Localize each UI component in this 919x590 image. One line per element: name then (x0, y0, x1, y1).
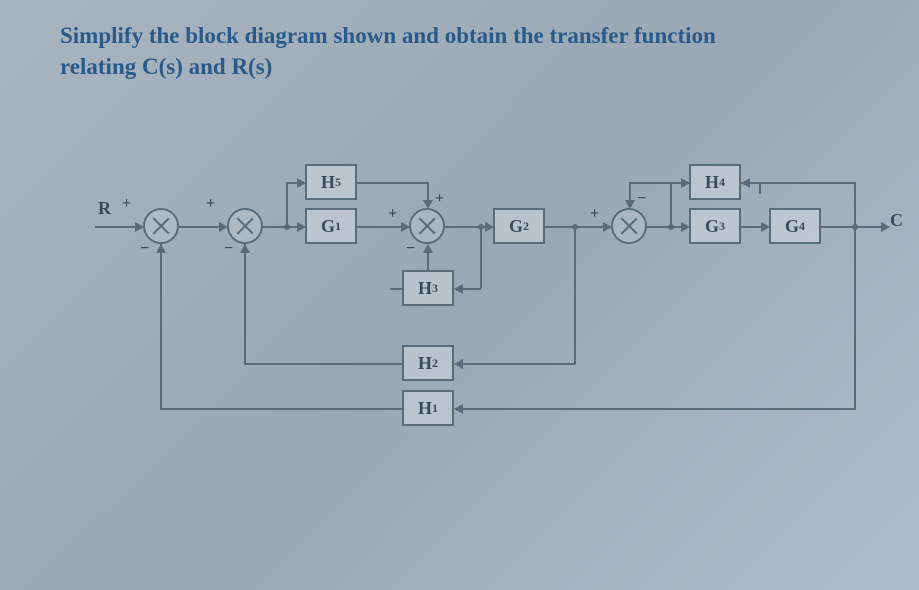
line (390, 288, 402, 290)
sign-minus: − (140, 240, 149, 258)
line (160, 244, 162, 410)
output-label-C: C (890, 210, 903, 231)
line (854, 227, 856, 408)
sign-minus: − (406, 240, 415, 258)
line (629, 182, 689, 184)
line (748, 182, 856, 184)
sign-plus: + (122, 195, 131, 213)
block-G2: G2 (493, 208, 545, 244)
title: Simplify the block diagram shown and obt… (60, 20, 859, 82)
summing-junction-1 (143, 208, 179, 244)
block-H1: H1 (402, 390, 454, 426)
line (480, 227, 482, 288)
line (95, 226, 135, 228)
block-diagram: R C + − + − H5 G1 (0, 150, 919, 450)
summing-junction-3 (409, 208, 445, 244)
summing-junction-4 (611, 208, 647, 244)
arrow (454, 359, 463, 369)
title-line-1: Simplify the block diagram shown and obt… (60, 23, 716, 48)
arrow (423, 244, 433, 253)
sign-plus: + (388, 205, 397, 223)
arrow (625, 200, 635, 209)
line (244, 363, 402, 365)
block-H5: H5 (305, 164, 357, 200)
line (461, 363, 576, 365)
line (179, 226, 219, 228)
page: Simplify the block diagram shown and obt… (0, 0, 919, 590)
summing-junction-2 (227, 208, 263, 244)
sign-plus: + (206, 195, 215, 213)
block-G3: G3 (689, 208, 741, 244)
line (160, 408, 402, 410)
line (854, 182, 856, 227)
block-G1: G1 (305, 208, 357, 244)
line (286, 182, 288, 227)
sign-minus: − (224, 240, 233, 258)
arrow (741, 178, 750, 188)
block-H4: H4 (689, 164, 741, 200)
line (574, 227, 576, 363)
input-label-R: R (98, 198, 111, 219)
arrow (454, 284, 463, 294)
line (357, 226, 401, 228)
line (244, 244, 246, 365)
block-H3: H3 (402, 270, 454, 306)
line (357, 182, 429, 184)
block-G4: G4 (769, 208, 821, 244)
sign-plus: + (435, 190, 444, 208)
line (741, 226, 763, 228)
line (461, 288, 481, 290)
sign-minus: − (637, 190, 646, 208)
arrow (881, 222, 890, 232)
node (478, 224, 484, 230)
line (821, 226, 881, 228)
line (670, 182, 672, 227)
block-H2: H2 (402, 345, 454, 381)
line (461, 408, 856, 410)
sign-plus: + (590, 205, 599, 223)
arrow (240, 244, 250, 253)
line (427, 250, 429, 270)
title-line-2: relating C(s) and R(s) (60, 54, 272, 79)
arrow (156, 244, 166, 253)
arrow (454, 404, 463, 414)
